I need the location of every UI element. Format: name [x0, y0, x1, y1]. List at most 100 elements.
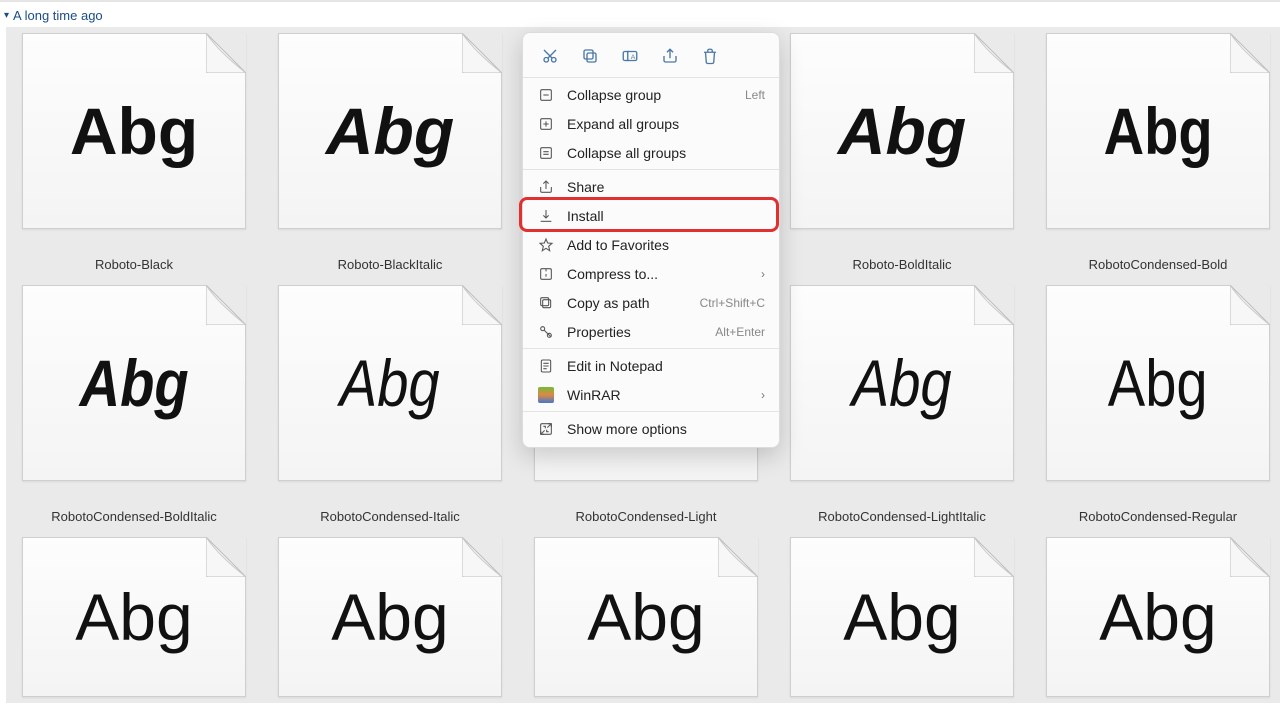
menu-item-edit-in-notepad[interactable]: Edit in Notepad — [523, 351, 779, 380]
font-sample-text: Abg — [843, 584, 960, 650]
font-sample-text: Abg — [1099, 584, 1216, 650]
group-header-label: A long time ago — [13, 8, 103, 23]
menu-item-label: WinRAR — [567, 387, 749, 403]
font-file-tile[interactable]: Abg Roboto-BlackItalic — [262, 27, 518, 279]
rename-icon[interactable]: A — [621, 47, 639, 65]
file-name-label: Roboto-Black — [95, 257, 173, 272]
notepad-icon — [537, 357, 555, 375]
font-file-tile[interactable]: Abg RobotoCondensed-LightItalic — [774, 279, 1030, 531]
context-menu-toolbar: A — [523, 37, 779, 75]
submenu-arrow-icon: › — [761, 267, 765, 281]
font-sample-text: Abg — [75, 584, 192, 650]
file-name-label: RobotoCondensed-Italic — [320, 509, 459, 524]
file-name-label: RobotoCondensed-Regular — [1079, 509, 1237, 524]
font-sample-text: Abg — [1103, 98, 1212, 164]
font-thumbnail: Abg — [790, 537, 1014, 697]
font-file-tile[interactable]: Abg RobotoCondensed-Regular — [1030, 279, 1280, 531]
menu-item-install[interactable]: Install — [523, 201, 779, 230]
menu-item-label: Expand all groups — [567, 116, 765, 132]
group-header[interactable]: ▾ A long time ago — [0, 2, 1280, 27]
menu-item-shortcut: Ctrl+Shift+C — [700, 296, 765, 310]
font-thumbnail: Abg — [1046, 285, 1270, 481]
expand-icon — [537, 115, 555, 133]
menu-item-show-more-options[interactable]: Show more options — [523, 414, 779, 443]
font-thumbnail: Abg — [22, 285, 246, 481]
cut-icon[interactable] — [541, 47, 559, 65]
copypath-icon — [537, 294, 555, 312]
menu-item-label: Install — [567, 208, 765, 224]
copy-icon[interactable] — [581, 47, 599, 65]
chevron-down-icon: ▾ — [4, 10, 9, 21]
menu-item-label: Copy as path — [567, 295, 688, 311]
props-icon — [537, 323, 555, 341]
menu-item-add-to-favorites[interactable]: Add to Favorites — [523, 230, 779, 259]
file-name-label: RobotoCondensed-LightItalic — [818, 509, 986, 524]
font-file-tile[interactable]: Abg — [1030, 531, 1280, 703]
menu-item-share[interactable]: Share — [523, 172, 779, 201]
collapse-icon — [537, 86, 555, 104]
font-thumbnail: Abg — [790, 33, 1014, 229]
font-thumbnail: Abg — [790, 285, 1014, 481]
font-file-tile[interactable]: Abg RobotoCondensed-BoldItalic — [6, 279, 262, 531]
font-thumbnail: Abg — [278, 33, 502, 229]
context-menu: A Collapse group Left Expand all groups Coll… — [522, 32, 780, 448]
font-sample-text: Abg — [326, 98, 454, 164]
font-file-tile[interactable]: Abg — [518, 531, 774, 703]
font-file-tile[interactable]: Abg RobotoCondensed-Bold — [1030, 27, 1280, 279]
zip-icon — [537, 265, 555, 283]
winrar-icon — [537, 386, 555, 404]
font-thumbnail: Abg — [534, 537, 758, 697]
font-thumbnail: Abg — [278, 537, 502, 697]
menu-item-shortcut: Alt+Enter — [715, 325, 765, 339]
menu-item-label: Share — [567, 179, 765, 195]
menu-item-label: Show more options — [567, 421, 765, 437]
font-sample-text: Abg — [70, 98, 198, 164]
font-sample-text: Abg — [838, 98, 966, 164]
share-icon[interactable] — [661, 47, 679, 65]
font-thumbnail: Abg — [1046, 33, 1270, 229]
font-thumbnail: Abg — [278, 285, 502, 481]
font-file-tile[interactable]: Abg Roboto-Black — [6, 27, 262, 279]
menu-item-shortcut: Left — [745, 88, 765, 102]
share-icon — [537, 178, 555, 196]
collapseall-icon — [537, 144, 555, 162]
file-name-label: Roboto-BoldItalic — [853, 257, 952, 272]
menu-item-collapse-group[interactable]: Collapse group Left — [523, 80, 779, 109]
font-file-tile[interactable]: Abg RobotoCondensed-Italic — [262, 279, 518, 531]
menu-item-collapse-all-groups[interactable]: Collapse all groups — [523, 138, 779, 167]
font-sample-text: Abg — [340, 350, 440, 416]
file-name-label: Roboto-BlackItalic — [338, 257, 443, 272]
font-file-tile[interactable]: Abg — [262, 531, 518, 703]
menu-item-winrar[interactable]: WinRAR › — [523, 380, 779, 409]
font-thumbnail: Abg — [22, 537, 246, 697]
menu-item-compress-to[interactable]: Compress to... › — [523, 259, 779, 288]
menu-item-label: Properties — [567, 324, 703, 340]
font-sample-text: Abg — [331, 584, 448, 650]
menu-item-copy-as-path[interactable]: Copy as path Ctrl+Shift+C — [523, 288, 779, 317]
font-thumbnail: Abg — [22, 33, 246, 229]
font-file-tile[interactable]: Abg — [774, 531, 1030, 703]
menu-item-label: Collapse group — [567, 87, 733, 103]
submenu-arrow-icon: › — [761, 388, 765, 402]
font-thumbnail: Abg — [1046, 537, 1270, 697]
file-name-label: RobotoCondensed-BoldItalic — [51, 509, 217, 524]
menu-item-label: Add to Favorites — [567, 237, 765, 253]
menu-item-expand-all-groups[interactable]: Expand all groups — [523, 109, 779, 138]
star-icon — [537, 236, 555, 254]
file-name-label: RobotoCondensed-Light — [576, 509, 717, 524]
more-icon — [537, 420, 555, 438]
font-sample-text: Abg — [1108, 350, 1208, 416]
install-icon — [537, 207, 555, 225]
svg-text:A: A — [631, 54, 636, 61]
menu-item-label: Compress to... — [567, 266, 749, 282]
delete-icon[interactable] — [701, 47, 719, 65]
font-sample-text: Abg — [852, 350, 952, 416]
font-file-tile[interactable]: Abg — [6, 531, 262, 703]
font-sample-text: Abg — [587, 584, 704, 650]
file-name-label: RobotoCondensed-Bold — [1089, 257, 1228, 272]
menu-item-label: Collapse all groups — [567, 145, 765, 161]
menu-item-properties[interactable]: Properties Alt+Enter — [523, 317, 779, 346]
font-file-tile[interactable]: Abg Roboto-BoldItalic — [774, 27, 1030, 279]
menu-item-label: Edit in Notepad — [567, 358, 765, 374]
font-sample-text: Abg — [79, 350, 188, 416]
